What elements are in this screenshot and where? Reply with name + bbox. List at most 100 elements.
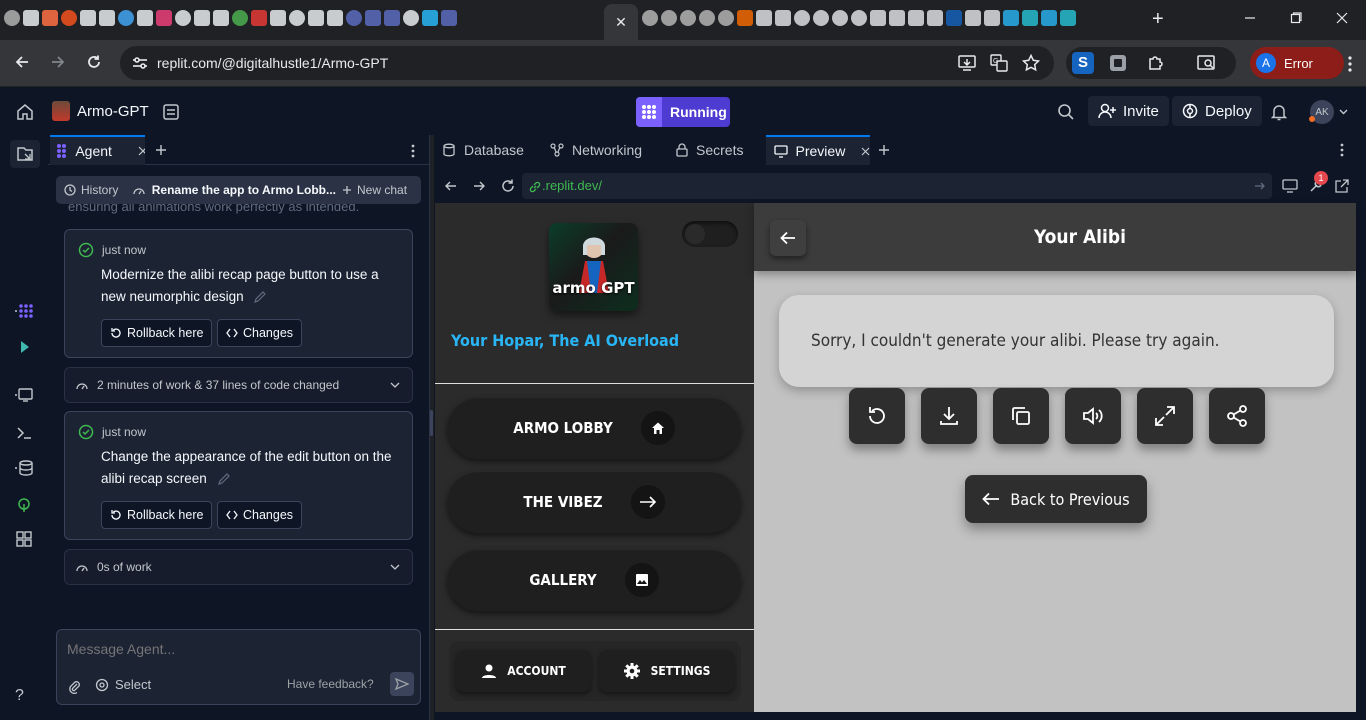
copy-button[interactable]: [993, 388, 1049, 444]
preview-reload-icon[interactable]: [500, 178, 516, 194]
nav-armo-lobby[interactable]: ARMO LOBBY: [447, 397, 741, 459]
favicon-icon[interactable]: [718, 10, 734, 26]
more-options-icon[interactable]: [411, 144, 415, 158]
tab-secrets[interactable]: Secrets: [668, 135, 762, 165]
history-button[interactable]: History: [56, 183, 126, 197]
deployments-icon[interactable]: [15, 497, 33, 513]
all-tools-icon[interactable]: [15, 530, 33, 548]
add-tab-icon[interactable]: [878, 144, 890, 156]
message-input[interactable]: [67, 638, 407, 660]
favicon-icon[interactable]: [327, 10, 343, 26]
tab-agent[interactable]: Agent: [50, 135, 145, 165]
maximize-icon[interactable]: [1290, 12, 1302, 24]
favicon-icon[interactable]: [794, 10, 810, 26]
favicon-icon[interactable]: [908, 10, 924, 26]
favicon-icon[interactable]: [270, 10, 286, 26]
favicon-icon[interactable]: [118, 10, 134, 26]
panel-resize-handle[interactable]: [430, 410, 433, 436]
favicon-icon[interactable]: [889, 10, 905, 26]
favicon-icon[interactable]: [61, 10, 77, 26]
favicon-icon[interactable]: [737, 10, 753, 26]
open-external-icon[interactable]: [1334, 178, 1350, 194]
work-summary[interactable]: 0s of work: [64, 549, 413, 585]
close-tab-icon[interactable]: ✕: [615, 14, 627, 31]
assistant-rail-icon[interactable]: [15, 339, 33, 355]
address-bar[interactable]: replit.com/@digitalhustle1/Armo-GPT G: [120, 46, 1054, 80]
database-icon[interactable]: [15, 460, 33, 476]
close-window-icon[interactable]: [1336, 12, 1348, 24]
account-button[interactable]: ACCOUNT: [456, 650, 591, 692]
favicon-icon[interactable]: [289, 10, 305, 26]
changes-button[interactable]: Changes: [217, 319, 303, 347]
search-icon[interactable]: [1057, 103, 1075, 121]
minimize-icon[interactable]: [1244, 12, 1256, 24]
tab-database[interactable]: Database: [434, 135, 538, 165]
agent-rail-icon[interactable]: [15, 303, 33, 319]
regenerate-button[interactable]: [849, 388, 905, 444]
s-extension-icon[interactable]: S: [1072, 52, 1094, 74]
favicon-icon[interactable]: [1022, 10, 1038, 26]
profile-error-button[interactable]: A Error: [1250, 47, 1344, 79]
current-chat-title[interactable]: Rename the app to Armo Lobb...: [126, 183, 336, 197]
active-tab[interactable]: ✕: [604, 4, 638, 40]
favicon-icon[interactable]: [384, 10, 400, 26]
favicon-icon[interactable]: [1041, 10, 1057, 26]
reload-icon[interactable]: [86, 54, 102, 70]
favicon-icon[interactable]: [965, 10, 981, 26]
favicon-icon[interactable]: [194, 10, 210, 26]
bookmark-star-icon[interactable]: [1022, 54, 1040, 72]
favicon-icon[interactable]: [699, 10, 715, 26]
puzzle-icon[interactable]: [1146, 53, 1166, 73]
favicon-icon[interactable]: [308, 10, 324, 26]
favicon-icon[interactable]: [137, 10, 153, 26]
add-tab-icon[interactable]: [155, 144, 167, 156]
favicon-icon[interactable]: [946, 10, 962, 26]
deploy-button[interactable]: Deploy: [1172, 96, 1262, 126]
tab-preview[interactable]: Preview: [766, 135, 870, 165]
favicon-icon[interactable]: [80, 10, 96, 26]
favicon-icon[interactable]: [661, 10, 677, 26]
changes-button[interactable]: Changes: [217, 501, 303, 529]
favicon-icon[interactable]: [813, 10, 829, 26]
read-aloud-button[interactable]: [1065, 388, 1121, 444]
pinned-tab-favicons[interactable]: [4, 10, 457, 26]
download-button[interactable]: [921, 388, 977, 444]
favicon-icon[interactable]: [756, 10, 772, 26]
favicon-icon[interactable]: [422, 10, 438, 26]
nav-the-vibez[interactable]: THE VIBEZ: [447, 471, 741, 533]
favicon-icon[interactable]: [99, 10, 115, 26]
tab-networking[interactable]: Networking: [542, 135, 664, 165]
select-element-button[interactable]: Select: [95, 677, 151, 692]
preview-forward-icon[interactable]: [472, 179, 486, 193]
device-preview-icon[interactable]: [1282, 178, 1298, 194]
translate-icon[interactable]: G: [990, 54, 1008, 72]
share-button[interactable]: [1209, 388, 1265, 444]
console-output-icon[interactable]: [15, 387, 33, 403]
favicon-icon[interactable]: [42, 10, 58, 26]
new-chat-button[interactable]: New chat: [336, 183, 407, 197]
shell-icon[interactable]: [15, 425, 33, 441]
help-icon[interactable]: ?: [15, 687, 24, 705]
rollback-button[interactable]: Rollback here: [101, 319, 213, 347]
reading-mode-icon[interactable]: [1196, 53, 1216, 73]
favicon-icon[interactable]: [4, 10, 20, 26]
favicon-icon[interactable]: [213, 10, 229, 26]
favicon-icon[interactable]: [832, 10, 848, 26]
feedback-link[interactable]: Have feedback?: [287, 677, 374, 691]
preview-url-field[interactable]: .replit.dev/: [522, 173, 1272, 199]
more-tab-favicons[interactable]: [642, 10, 1076, 26]
install-app-icon[interactable]: [958, 54, 976, 72]
favicon-icon[interactable]: [984, 10, 1000, 26]
run-status-button[interactable]: Running: [636, 97, 730, 127]
project-name[interactable]: Armo-GPT: [77, 103, 149, 120]
forward-icon[interactable]: [50, 54, 66, 70]
site-info-icon[interactable]: [132, 56, 148, 70]
browser-menu-icon[interactable]: [1348, 56, 1352, 72]
favicon-icon[interactable]: [365, 10, 381, 26]
favicon-icon[interactable]: [870, 10, 886, 26]
favicon-icon[interactable]: [346, 10, 362, 26]
extension-icon[interactable]: [1108, 53, 1128, 73]
nav-gallery[interactable]: GALLERY: [447, 549, 741, 611]
more-options-icon[interactable]: [1340, 143, 1344, 157]
project-info-icon[interactable]: [162, 103, 180, 121]
